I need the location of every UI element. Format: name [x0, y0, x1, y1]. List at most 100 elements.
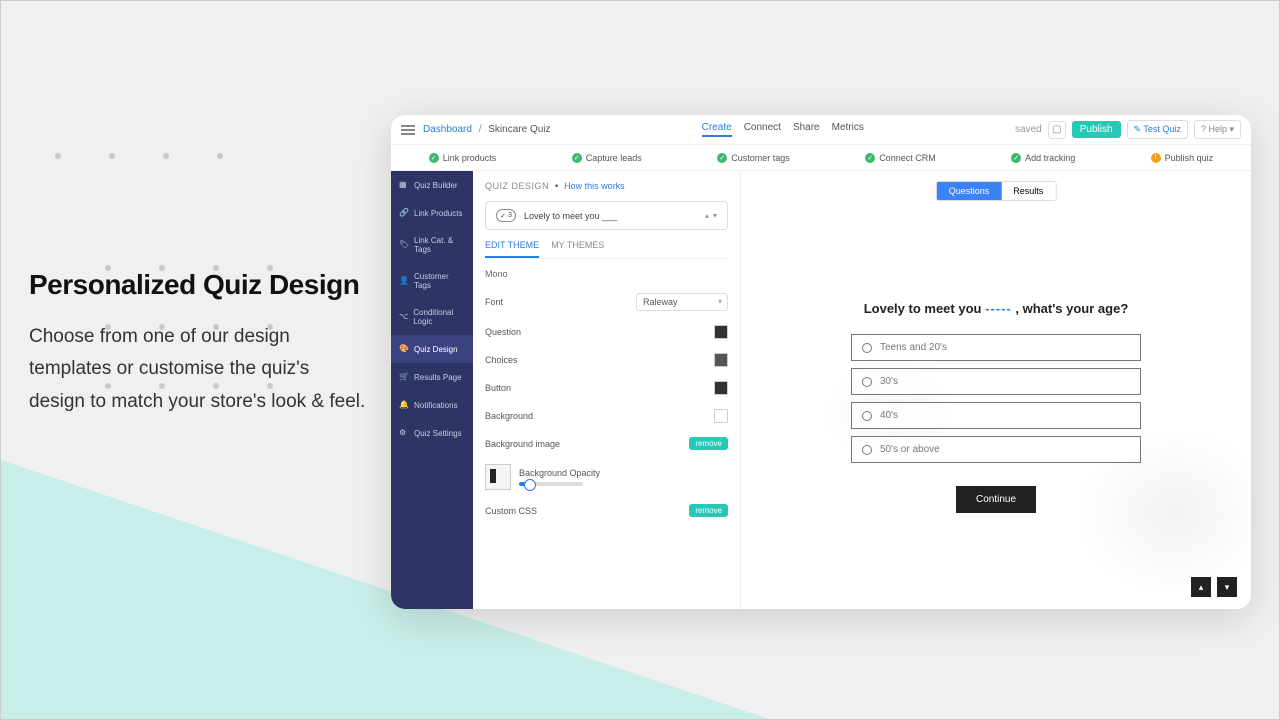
- breadcrumb-root[interactable]: Dashboard: [423, 124, 472, 135]
- grid-icon: ▦: [399, 180, 409, 190]
- save-icon[interactable]: ▢: [1048, 121, 1066, 139]
- sidebar-item-label: Conditional Logic: [413, 308, 465, 326]
- breadcrumb: Dashboard / Skincare Quiz: [423, 124, 551, 135]
- marketing-body: Choose from one of our design templates …: [29, 321, 369, 418]
- remove-custom-css-button[interactable]: remove: [689, 504, 728, 517]
- quiz-option-label: 50's or above: [880, 444, 940, 455]
- gear-icon: ⚙: [399, 428, 409, 438]
- top-nav: Create Connect Share Metrics: [551, 122, 1016, 137]
- sidebar-item-quiz-builder[interactable]: ▦ Quiz Builder: [391, 171, 473, 199]
- preview-view-tabs: Questions Results: [936, 181, 1057, 201]
- sidebar-item-quiz-design[interactable]: 🎨 Quiz Design: [391, 335, 473, 363]
- next-question-button[interactable]: ▾: [1217, 577, 1237, 597]
- bg-opacity-slider[interactable]: [519, 482, 583, 486]
- sidebar-item-quiz-settings[interactable]: ⚙ Quiz Settings: [391, 419, 473, 447]
- sidebar-item-label: Link Cat. & Tags: [414, 236, 465, 254]
- step-add-tracking[interactable]: ✓Add tracking: [1011, 153, 1075, 163]
- question-text-preview: Lovely to meet you ___: [524, 211, 617, 221]
- sidebar-item-label: Link Products: [414, 209, 462, 218]
- step-link-products[interactable]: ✓Link products: [429, 153, 497, 163]
- choices-color-label: Choices: [485, 355, 518, 365]
- how-this-works-link[interactable]: How this works: [564, 181, 625, 191]
- quiz-question-heading: Lovely to meet you ----- , what's your a…: [851, 301, 1141, 316]
- tab-edit-theme[interactable]: EDIT THEME: [485, 240, 539, 258]
- quiz-option[interactable]: 50's or above: [851, 436, 1141, 463]
- warning-icon: !: [1151, 153, 1161, 163]
- tab-questions[interactable]: Questions: [937, 182, 1002, 200]
- user-icon: 👤: [399, 276, 409, 286]
- sidebar-item-label: Notifications: [414, 401, 458, 410]
- step-capture-leads[interactable]: ✓Capture leads: [572, 153, 642, 163]
- sidebar-item-link-products[interactable]: 🔗 Link Products: [391, 199, 473, 227]
- step-customer-tags[interactable]: ✓Customer tags: [717, 153, 790, 163]
- bg-image-thumbnail[interactable]: [485, 464, 511, 490]
- quiz-option[interactable]: Teens and 20's: [851, 334, 1141, 361]
- background-color-swatch[interactable]: [714, 409, 728, 423]
- marketing-title: Personalized Quiz Design: [29, 269, 369, 301]
- check-icon: ✓: [1011, 153, 1021, 163]
- panel-title: QUIZ DESIGN: [485, 181, 549, 191]
- question-color-swatch[interactable]: [714, 325, 728, 339]
- help-button[interactable]: ? Help ▾: [1194, 120, 1241, 139]
- tag-icon: 🏷: [399, 240, 409, 250]
- sidebar-item-label: Quiz Design: [414, 345, 458, 354]
- sidebar-item-results-page[interactable]: 🛒 Results Page: [391, 363, 473, 391]
- topbar: Dashboard / Skincare Quiz Create Connect…: [391, 115, 1251, 145]
- button-color-label: Button: [485, 383, 511, 393]
- radio-icon: [862, 411, 872, 421]
- question-up-icon[interactable]: ▴: [705, 211, 709, 220]
- radio-icon: [862, 343, 872, 353]
- settings-panel: QUIZ DESIGN • How this works ✓ 3 Lovely …: [473, 171, 741, 609]
- question-selector[interactable]: ✓ 3 Lovely to meet you ___ ▴ ▾: [485, 201, 728, 230]
- test-quiz-button[interactable]: ✎ Test Quiz: [1127, 120, 1188, 139]
- tab-my-themes[interactable]: MY THEMES: [551, 240, 604, 258]
- drop-icon: 🎨: [399, 344, 409, 354]
- tab-results[interactable]: Results: [1001, 182, 1055, 200]
- bell-icon: 🔔: [399, 400, 409, 410]
- sidebar-item-customer-tags[interactable]: 👤 Customer Tags: [391, 263, 473, 299]
- sidebar-item-notifications[interactable]: 🔔 Notifications: [391, 391, 473, 419]
- choices-color-swatch[interactable]: [714, 353, 728, 367]
- font-label: Font: [485, 297, 503, 307]
- quiz-option[interactable]: 30's: [851, 368, 1141, 395]
- quiz-option[interactable]: 40's: [851, 402, 1141, 429]
- sidebar-item-label: Quiz Settings: [414, 429, 462, 438]
- sidebar-item-label: Quiz Builder: [414, 181, 458, 190]
- step-connect-crm[interactable]: ✓Connect CRM: [865, 153, 936, 163]
- sidebar-item-link-cat-tags[interactable]: 🏷 Link Cat. & Tags: [391, 227, 473, 263]
- sidebar-item-label: Results Page: [414, 373, 462, 382]
- check-icon: ✓: [717, 153, 727, 163]
- nav-create[interactable]: Create: [702, 122, 732, 137]
- check-icon: ✓: [429, 153, 439, 163]
- radio-icon: [862, 445, 872, 455]
- breadcrumb-current: Skincare Quiz: [488, 124, 550, 135]
- nav-metrics[interactable]: Metrics: [832, 122, 864, 137]
- custom-css-label: Custom CSS: [485, 506, 537, 516]
- quiz-option-label: 30's: [880, 376, 898, 387]
- quiz-preview-pane: Questions Results Lovely to meet you ---…: [741, 171, 1251, 609]
- sidebar-item-label: Customer Tags: [414, 272, 465, 290]
- steps-bar: ✓Link products ✓Capture leads ✓Customer …: [391, 145, 1251, 171]
- check-icon: ✓: [572, 153, 582, 163]
- link-icon: 🔗: [399, 208, 409, 218]
- font-select[interactable]: Raleway: [636, 293, 728, 311]
- button-color-swatch[interactable]: [714, 381, 728, 395]
- quiz-option-label: Teens and 20's: [880, 342, 947, 353]
- marketing-copy: Personalized Quiz Design Choose from one…: [29, 269, 369, 418]
- sidebar: ▦ Quiz Builder 🔗 Link Products 🏷 Link Cat. …: [391, 171, 473, 609]
- bg-opacity-label: Background Opacity: [519, 468, 600, 478]
- question-down-icon[interactable]: ▾: [713, 211, 717, 220]
- nav-connect[interactable]: Connect: [744, 122, 781, 137]
- nav-share[interactable]: Share: [793, 122, 820, 137]
- continue-button[interactable]: Continue: [956, 486, 1036, 513]
- sidebar-item-conditional-logic[interactable]: ⌥ Conditional Logic: [391, 299, 473, 335]
- background-color-label: Background: [485, 411, 533, 421]
- cart-icon: 🛒: [399, 372, 409, 382]
- radio-icon: [862, 377, 872, 387]
- publish-button[interactable]: Publish: [1072, 121, 1121, 138]
- branch-icon: ⌥: [399, 312, 408, 322]
- menu-icon[interactable]: [401, 125, 415, 135]
- step-publish-quiz[interactable]: !Publish quiz: [1151, 153, 1214, 163]
- remove-bg-image-button[interactable]: remove: [689, 437, 728, 450]
- prev-question-button[interactable]: ▴: [1191, 577, 1211, 597]
